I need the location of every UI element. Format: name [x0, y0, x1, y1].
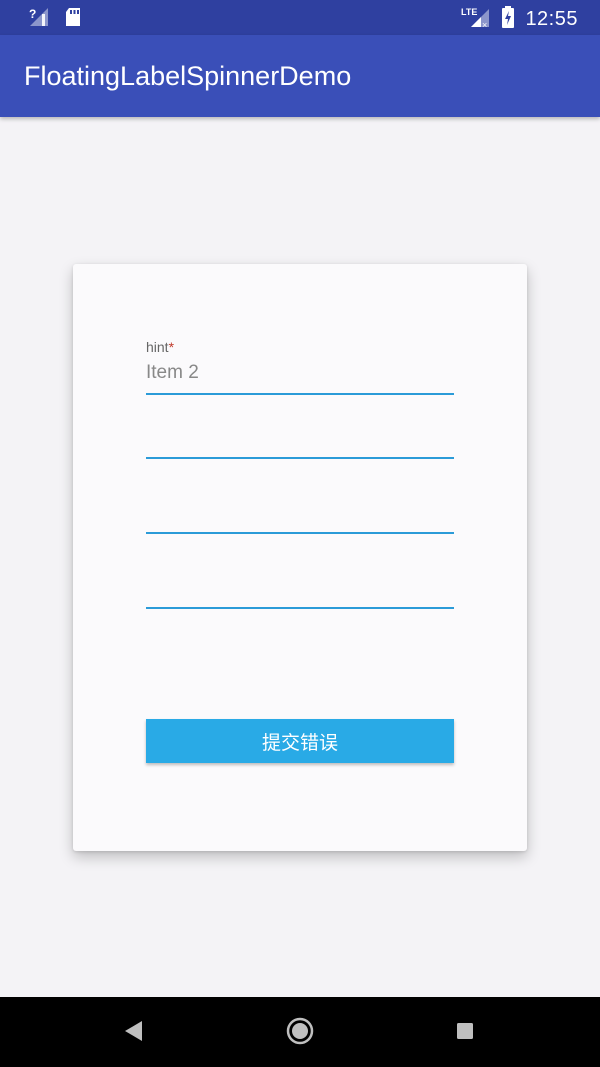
app-title: FloatingLabelSpinnerDemo	[24, 61, 352, 91]
app-bar: FloatingLabelSpinnerDemo	[0, 35, 600, 117]
svg-text:×: ×	[482, 20, 487, 29]
status-right-icons: LTE × 12:55	[461, 5, 578, 34]
svg-text:LTE: LTE	[461, 7, 477, 17]
status-time: 12:55	[525, 8, 578, 30]
floating-hint-label: hint*	[146, 339, 175, 355]
form-card: hint* Item 2 提交错误	[73, 264, 527, 851]
battery-charging-icon	[501, 5, 515, 34]
spinner-selected-value: Item 2	[146, 362, 199, 383]
recents-icon[interactable]	[456, 1022, 474, 1045]
back-icon[interactable]	[122, 1019, 144, 1048]
required-mark: *	[168, 339, 175, 355]
lte-signal-icon: LTE ×	[461, 5, 491, 34]
spinner-underline-1	[146, 393, 454, 395]
svg-text:?: ?	[29, 7, 36, 21]
sd-card-icon	[64, 6, 82, 33]
status-left-icons: ?	[28, 6, 82, 33]
signal-unknown-icon: ?	[28, 6, 50, 33]
spinner-underline-2	[146, 457, 454, 459]
spinner-underline-4	[146, 607, 454, 609]
submit-error-button[interactable]: 提交错误	[146, 719, 454, 763]
spinner-underline-3	[146, 532, 454, 534]
navigation-bar	[0, 997, 600, 1067]
home-icon[interactable]	[286, 1017, 314, 1050]
status-bar: ? LTE × 12:55	[0, 0, 600, 35]
